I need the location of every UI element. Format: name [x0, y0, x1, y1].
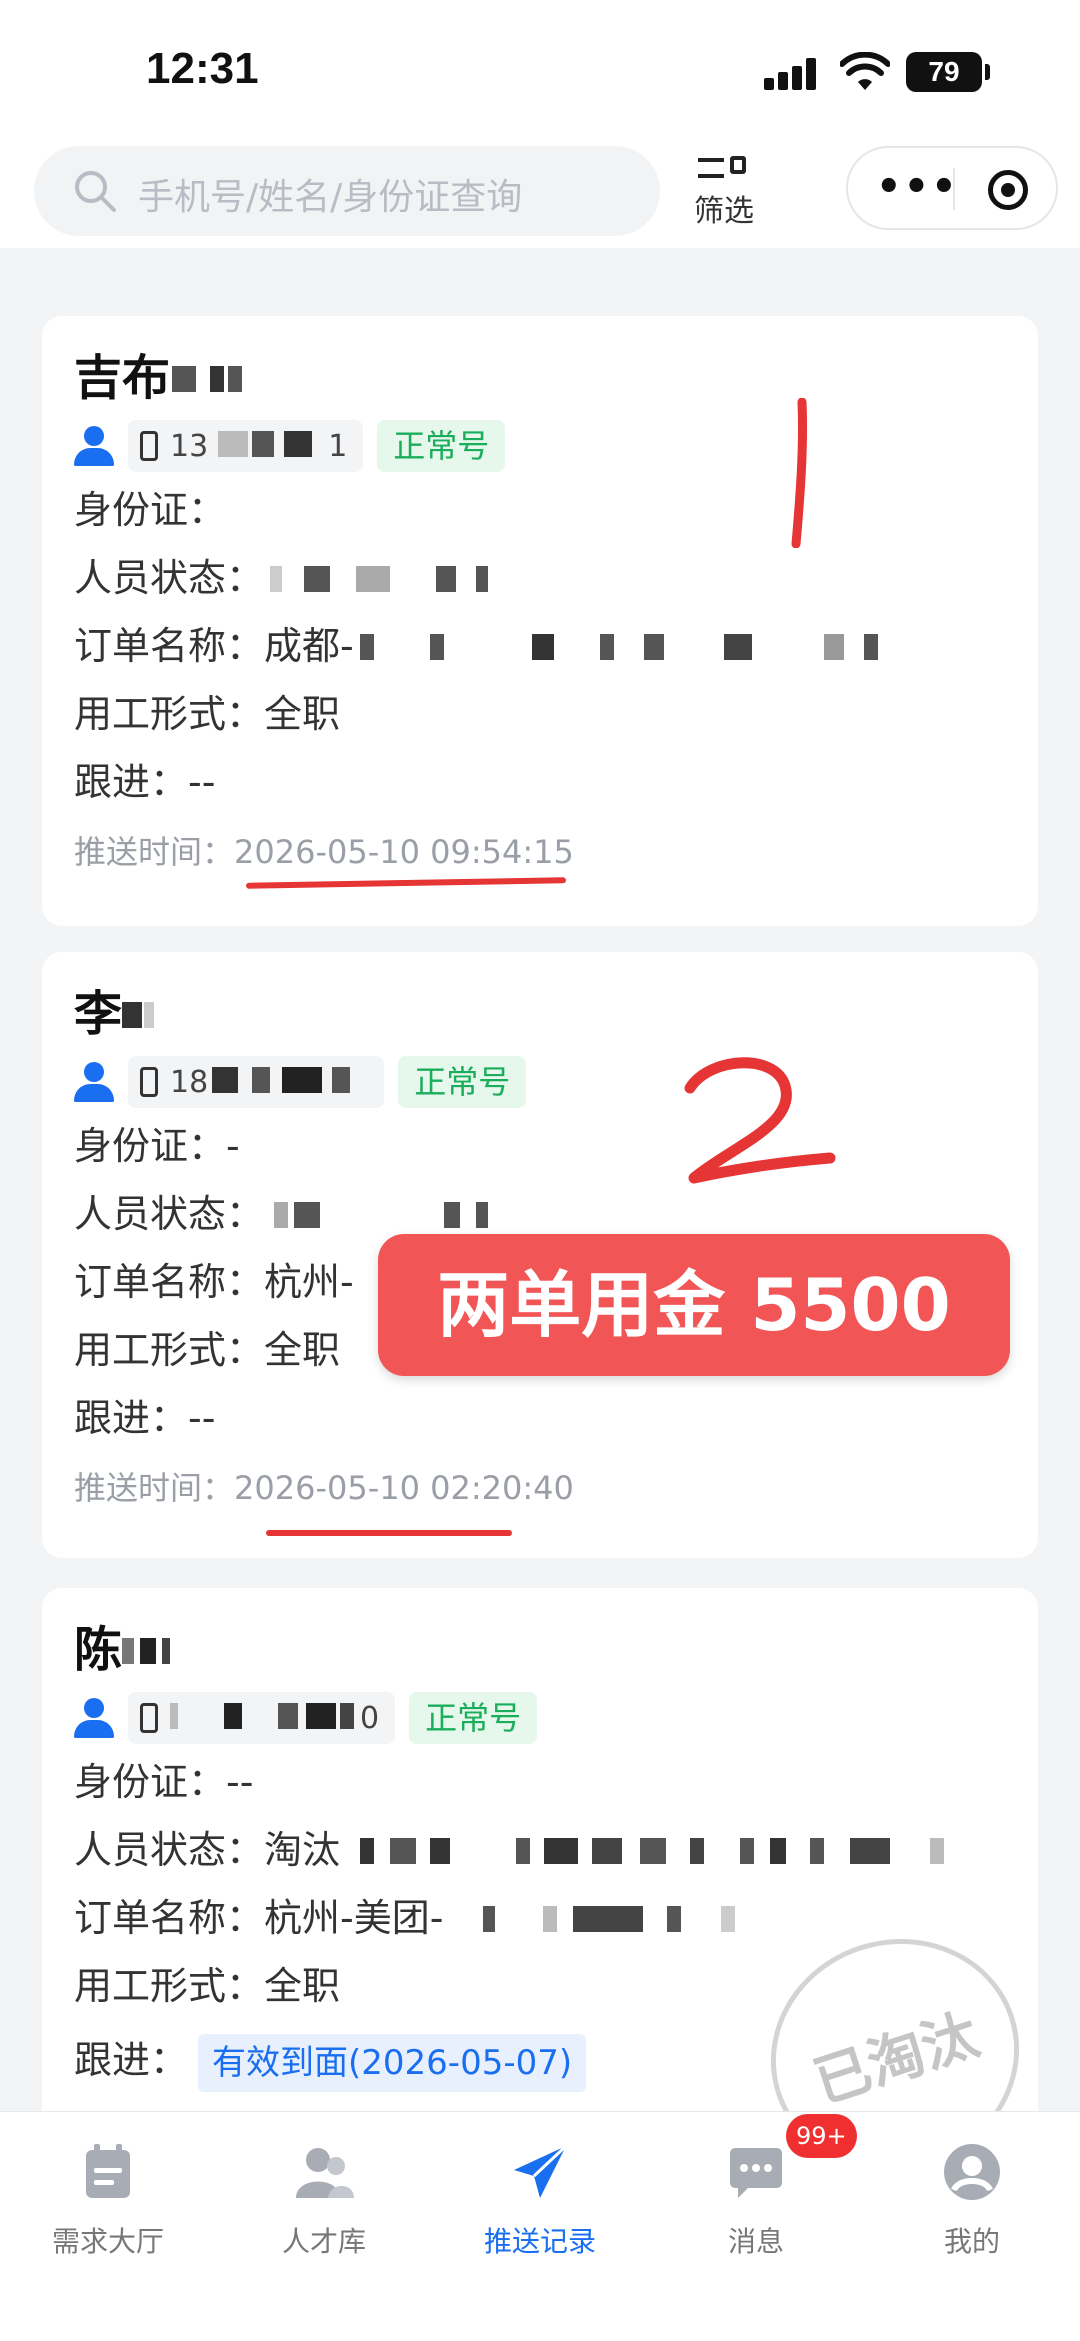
status-badge: 正常号 [398, 1056, 527, 1108]
redacted-mosaic [170, 1703, 360, 1733]
redacted-mosaic [354, 633, 914, 664]
staff-status-row: 人员状态： [74, 544, 1006, 612]
tab-profile[interactable]: 我的 [882, 2140, 1062, 2260]
annotation-mark-2 [684, 1057, 836, 1184]
search-placeholder: 手机号/姓名/身份证查询 [138, 177, 523, 218]
send-icon [514, 2144, 568, 2198]
miniprogram-capsule: ••• [846, 146, 1058, 230]
redacted-mosaic [170, 366, 250, 396]
record-card[interactable]: 吉布 13 1 正常号 身份证： 人员状态： 订单名称：成都- 用工形式：全职 … [42, 316, 1038, 926]
phone-number[interactable]: 18 [128, 1056, 385, 1108]
order-name-row: 订单名称：杭州-美团- [74, 1884, 1006, 1952]
candidate-name: 李 [74, 982, 1006, 1046]
filter-label: 筛选 [694, 194, 754, 229]
redacted-mosaic [443, 1905, 773, 1936]
follow-up-tag[interactable]: 有效到面(2026-05-07) [198, 2033, 587, 2092]
push-time-row: 推送时间：2026-05-10 02:20:40 [74, 1469, 574, 1507]
order-name-row: 订单名称：成都- [74, 612, 1006, 680]
user-icon [74, 426, 114, 466]
search-input[interactable]: 手机号/姓名/身份证查询 [34, 146, 660, 236]
status-badge: 正常号 [377, 420, 506, 472]
commission-banner: 两单用金 5500 [378, 1234, 1010, 1376]
status-badge: 正常号 [409, 1692, 538, 1744]
bottom-tab-bar: 需求大厅 人才库 推送记录 消息 我的 [0, 2111, 1080, 2341]
tab-demand-hall[interactable]: 需求大厅 [18, 2140, 198, 2260]
wifi-icon [840, 52, 890, 90]
annotation-underline [266, 1530, 512, 1536]
search-icon [75, 171, 116, 212]
filter-button[interactable]: 筛选 [684, 154, 764, 234]
annotation-mark-1 [791, 398, 808, 548]
signal-icon [764, 56, 824, 90]
redacted-mosaic [340, 1837, 980, 1868]
people-icon [296, 2148, 354, 2198]
redacted-mosaic [264, 565, 504, 596]
status-bar: 12:31 79 [0, 0, 1080, 140]
follow-up-row: 跟进：-- [74, 1396, 216, 1440]
phone-number[interactable]: 13 1 [128, 420, 364, 472]
tab-messages[interactable]: 消息 [666, 2140, 846, 2260]
more-icon[interactable]: ••• [876, 162, 957, 212]
filter-icon [692, 154, 756, 182]
id-card-row: 身份证：-- [74, 1760, 254, 1804]
top-bar: 手机号/姓名/身份证查询 筛选 ••• [0, 140, 1080, 248]
phone-icon [140, 431, 158, 461]
redacted-mosaic [264, 1201, 504, 1232]
phone-icon [140, 1703, 158, 1733]
redacted-mosaic [122, 1002, 162, 1032]
chat-icon [730, 2148, 782, 2198]
status-time: 12:31 [146, 44, 259, 93]
close-miniprogram-icon[interactable] [988, 170, 1028, 210]
redacted-mosaic [208, 1067, 368, 1097]
tab-talent-pool[interactable]: 人才库 [234, 2140, 414, 2260]
calendar-icon [86, 2144, 130, 2198]
candidate-name: 陈 [74, 1618, 1006, 1682]
redacted-mosaic [122, 1638, 182, 1668]
capsule-divider [953, 168, 955, 210]
tab-push-records[interactable]: 推送记录 [450, 2140, 630, 2260]
phone-icon [140, 1067, 158, 1097]
employment-type-row: 用工形式：全职 [74, 692, 341, 736]
user-icon [74, 1698, 114, 1738]
profile-icon [944, 2144, 1000, 2200]
follow-up-row: 跟进：-- [74, 760, 216, 804]
id-card-row: 身份证：- [74, 1124, 240, 1168]
battery-icon: 79 [906, 52, 990, 92]
user-icon [74, 1062, 114, 1102]
phone-number[interactable]: 0 [128, 1692, 396, 1744]
redacted-mosaic [208, 431, 328, 461]
message-badge: 99+ [786, 2114, 857, 2158]
id-card-row: 身份证： [74, 488, 227, 532]
candidate-name: 吉布 [74, 346, 1006, 410]
staff-status-row: 人员状态：淘汰 [74, 1816, 1006, 1884]
